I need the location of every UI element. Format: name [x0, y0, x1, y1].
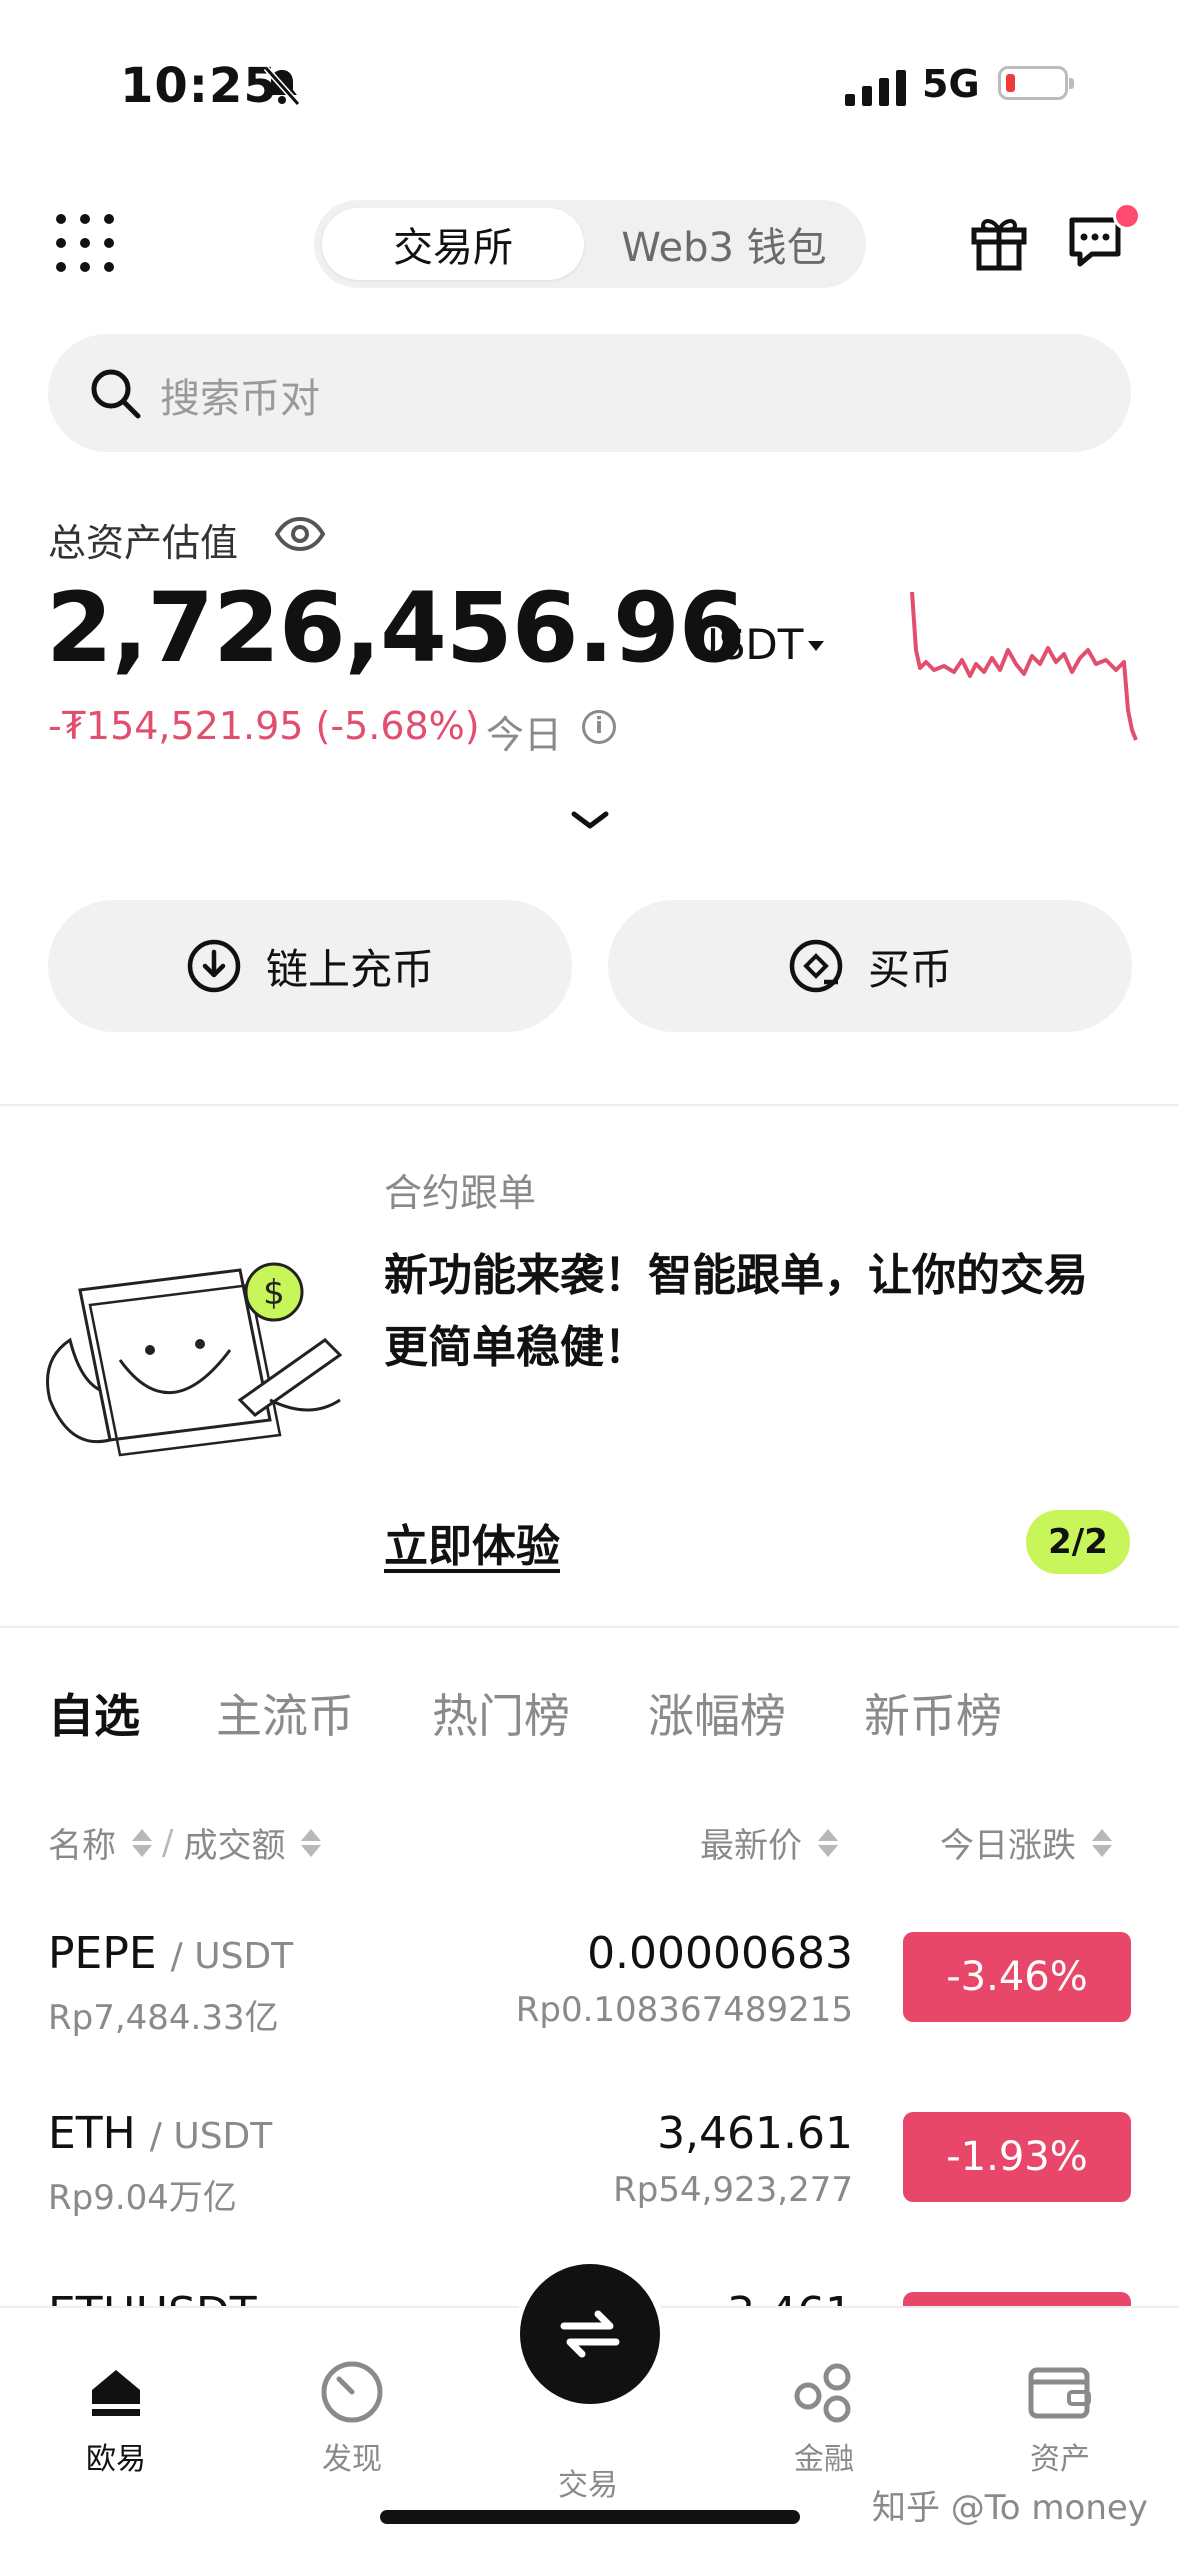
nav-discover[interactable]: 发现: [272, 2352, 432, 2478]
column-name-label: 名称: [48, 1826, 116, 1866]
buy-crypto-label: 买币: [867, 944, 952, 994]
search-input[interactable]: 搜索币对: [160, 366, 320, 424]
tab-exchange[interactable]: 交易所: [322, 208, 584, 280]
swap-icon: [560, 2310, 620, 2358]
info-icon[interactable]: i: [582, 710, 616, 744]
tab-favorites[interactable]: 自选: [48, 1680, 140, 1746]
promo-title: 新功能来袭！智能跟单，让你的交易更简单稳健！: [384, 1250, 1088, 1373]
section-divider: [0, 1104, 1179, 1106]
bell-muted-icon: [263, 66, 301, 106]
buy-coin-icon: [789, 939, 843, 993]
column-change-label: 今日涨跌: [940, 1826, 1076, 1866]
nav-trade-label: 交易: [558, 2468, 618, 2503]
change-badge[interactable]: -3.46%: [903, 1932, 1131, 2022]
nav-finance[interactable]: 金融: [744, 2352, 904, 2478]
fiat-price: Rp0.108367489215: [515, 1990, 853, 2030]
change-badge[interactable]: -1.93%: [903, 2112, 1131, 2202]
pair-symbol: PEPE / USDT: [48, 1928, 294, 1979]
wallet-icon: [1028, 2367, 1091, 2419]
last-price: 0.00000683: [587, 1928, 853, 1979]
chevron-down-icon[interactable]: [568, 806, 612, 834]
nav-discover-label: 发现: [322, 2442, 382, 2477]
gift-icon[interactable]: [970, 212, 1028, 272]
sort-by-name[interactable]: 名称 / 成交额: [48, 1818, 322, 1867]
search-icon: [91, 369, 141, 419]
tab-hot[interactable]: 热门榜: [432, 1680, 570, 1746]
total-assets-label: 总资产估值: [48, 521, 239, 565]
eye-icon[interactable]: [274, 516, 326, 552]
nav-assets[interactable]: 资产: [980, 2352, 1140, 2478]
signal-icon: [845, 66, 906, 106]
svg-text:$: $: [263, 1273, 285, 1313]
onchain-deposit-label: 链上充币: [265, 944, 434, 994]
pair-volume: Rp9.04万亿: [48, 2178, 237, 2218]
column-volume-label: 成交额: [183, 1826, 286, 1866]
mode-switch: 交易所 Web3 钱包: [314, 200, 866, 288]
section-divider: [0, 1626, 1179, 1628]
nav-assets-label: 资产: [1030, 2442, 1090, 2477]
finance-icon: [794, 2363, 851, 2423]
total-assets-value: 2,726,456.96: [46, 572, 746, 684]
promo-page-indicator: 2/2: [1026, 1510, 1130, 1574]
pnl-period: 今日: [486, 713, 563, 757]
fiat-price: Rp54,923,277: [613, 2170, 853, 2210]
last-price: 3,461.61: [657, 2108, 853, 2159]
copy-trading-illustration: $: [46, 1262, 343, 1457]
sort-by-price[interactable]: 最新价: [700, 1818, 838, 1867]
menu-grid-icon[interactable]: [56, 214, 114, 272]
nav-trade[interactable]: 交易: [508, 2458, 668, 2504]
sort-by-change[interactable]: 今日涨跌: [940, 1818, 1112, 1867]
pair-symbol: ETH / USDT: [48, 2108, 273, 2159]
sort-icon: [818, 1828, 838, 1857]
buy-crypto-button[interactable]: 买币: [608, 900, 1132, 1032]
nav-home[interactable]: 欧易: [36, 2352, 196, 2478]
tab-web3-wallet[interactable]: Web3 钱包: [590, 208, 858, 280]
sort-icon: [132, 1828, 152, 1857]
nav-finance-label: 金融: [794, 2442, 854, 2477]
watermark: 知乎 @To money: [872, 2488, 1148, 2528]
tab-new-listings[interactable]: 新币榜: [864, 1680, 1002, 1746]
market-row[interactable]: PEPE / USDT Rp7,484.33亿 0.00000683 Rp0.1…: [0, 1928, 1179, 2078]
discover-icon: [321, 2361, 383, 2423]
tab-gainers[interactable]: 涨幅榜: [648, 1680, 786, 1746]
currency-selector[interactable]: USDT: [688, 620, 803, 669]
battery-icon: [998, 66, 1074, 100]
caret-down-icon[interactable]: [808, 641, 824, 651]
app-screen: 10:25 5G 交易所 Web3 钱包 搜索币对 总资产估值 2,726,45…: [0, 0, 1179, 2556]
pair-volume: Rp7,484.33亿: [48, 1998, 279, 2038]
home-icon: [92, 2370, 140, 2416]
trade-button[interactable]: [514, 2258, 666, 2410]
home-indicator[interactable]: [380, 2510, 800, 2524]
daily-pnl: -₮154,521.95 (-5.68%): [48, 704, 480, 748]
network-type: 5G: [922, 62, 980, 106]
tab-mainstream[interactable]: 主流币: [216, 1680, 354, 1746]
search-bar[interactable]: 搜索币对: [48, 334, 1131, 452]
column-price-label: 最新价: [700, 1826, 802, 1866]
notification-dot: [1113, 202, 1141, 230]
status-time: 10:25: [120, 58, 278, 114]
market-row[interactable]: ETH / USDT Rp9.04万亿 3,461.61 Rp54,923,27…: [0, 2108, 1179, 2258]
download-icon: [187, 939, 241, 993]
onchain-deposit-button[interactable]: 链上充币: [48, 900, 572, 1032]
sort-icon: [1092, 1828, 1112, 1857]
sort-icon: [301, 1828, 322, 1857]
nav-home-label: 欧易: [86, 2442, 146, 2477]
try-now-link[interactable]: 立即体验: [384, 1510, 560, 1574]
promo-tag: 合约跟单: [384, 1171, 537, 1215]
asset-sparkline: [910, 591, 1138, 741]
